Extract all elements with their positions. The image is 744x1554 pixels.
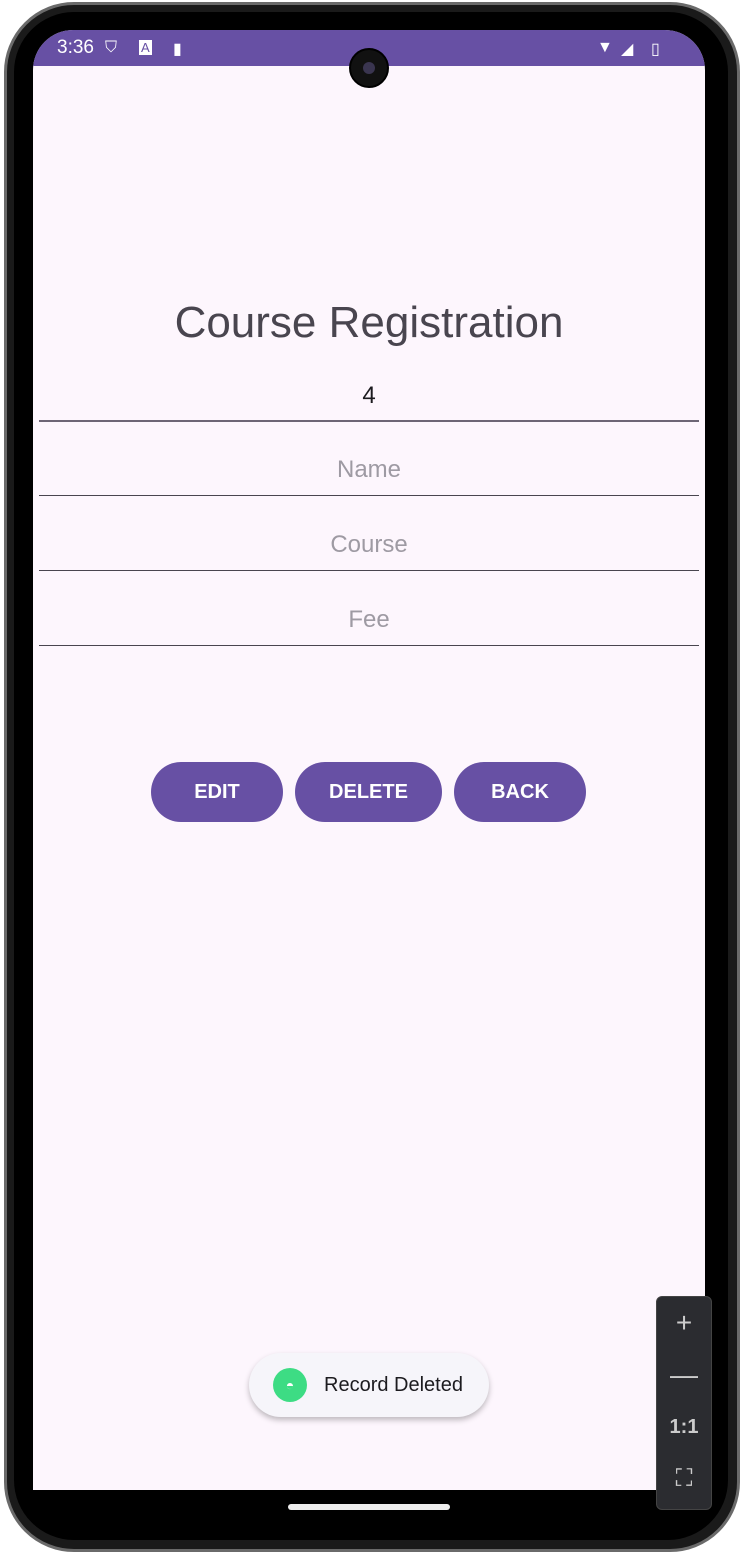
fit-screen-icon[interactable]: ⛶ bbox=[657, 1453, 711, 1505]
emulator-zoom-controls: + — 1:1 ⛶ bbox=[656, 1296, 712, 1510]
back-button[interactable]: BACK bbox=[454, 762, 586, 822]
signal-icon: ◢ bbox=[621, 41, 634, 58]
toast-message: Record Deleted bbox=[324, 1373, 463, 1396]
toast: ◓ Record Deleted bbox=[249, 1353, 489, 1417]
name-field[interactable]: Name bbox=[39, 456, 699, 496]
android-icon: ◓ bbox=[273, 1368, 307, 1402]
shield-icon: ⛉ bbox=[105, 39, 118, 56]
status-time: 3:36 bbox=[57, 37, 94, 58]
zoom-out-button[interactable]: — bbox=[657, 1349, 711, 1401]
a-icon: A bbox=[139, 40, 152, 55]
camera-cutout bbox=[349, 48, 389, 88]
actual-size-button[interactable]: 1:1 bbox=[657, 1401, 711, 1453]
sd-card-icon: ▮ bbox=[173, 41, 182, 58]
page-title: Course Registration bbox=[174, 298, 564, 347]
home-gesture-bar[interactable] bbox=[288, 1504, 450, 1510]
course-field[interactable]: Course bbox=[39, 531, 699, 571]
fee-field[interactable]: Fee bbox=[39, 606, 699, 646]
wifi-icon: ▼ bbox=[597, 39, 613, 56]
edit-button[interactable]: EDIT bbox=[151, 762, 283, 822]
screen: 3:36 ⛉ A ▮ ▼ ◢ ▯ Course Registration 4 N… bbox=[33, 30, 705, 1490]
id-field[interactable]: 4 bbox=[39, 382, 699, 422]
delete-button[interactable]: DELETE bbox=[295, 762, 442, 822]
zoom-in-button[interactable]: + bbox=[657, 1297, 711, 1349]
battery-icon: ▯ bbox=[651, 41, 660, 58]
